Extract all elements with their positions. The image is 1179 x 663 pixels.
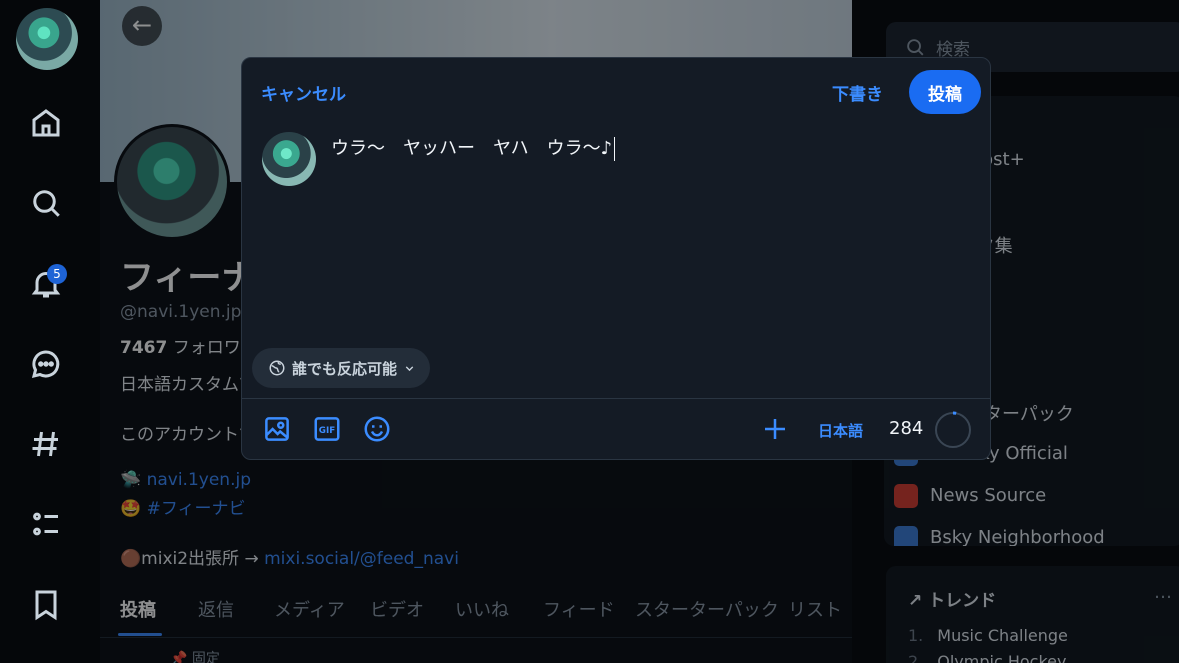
- tab-feeds[interactable]: フィード: [543, 596, 615, 622]
- char-counter: 284: [889, 418, 924, 439]
- star-eyes-emoji-icon: 🤩: [120, 499, 142, 519]
- chevron-down-icon: [405, 365, 414, 371]
- profile-handle: @navi.1yen.jp: [120, 302, 242, 322]
- hashtag-icon[interactable]: [28, 426, 64, 462]
- gif-icon[interactable]: GIF: [312, 414, 342, 444]
- mixi-icon: 🟤: [120, 549, 142, 569]
- feed-icon: [894, 526, 918, 546]
- language-selector[interactable]: 日本語: [818, 420, 863, 441]
- active-tab-underline: [118, 633, 162, 636]
- bio-line: 日本語カスタムフ: [120, 375, 255, 395]
- notification-badge: 5: [47, 264, 67, 284]
- bio-hashtag-row: 🤩 #フィーナビ: [120, 494, 245, 519]
- mixi-link[interactable]: mixi.social/@feed_navi: [264, 549, 459, 569]
- bio-hashtag[interactable]: #フィーナビ: [147, 499, 246, 519]
- post-text: ウラ〜 ヤッハー ヤハ ウラ〜♪: [331, 138, 613, 159]
- tab-posts[interactable]: 投稿: [120, 596, 156, 622]
- composer-avatar: [262, 132, 316, 186]
- tab-video[interactable]: ビデオ: [370, 596, 424, 622]
- follower-number: 7467: [120, 338, 168, 358]
- tab-starter-packs[interactable]: スターターパック: [635, 596, 779, 622]
- bio-link-row: 🛸 navi.1yen.jp: [120, 470, 251, 490]
- globe-icon: [269, 360, 285, 376]
- compose-dialog: キャンセル 下書き 投稿 ウラ〜 ヤッハー ヤハ ウラ〜♪ 誰でも反応可能 GI…: [241, 57, 991, 460]
- feed-icon: [894, 484, 918, 508]
- draft-button[interactable]: 下書き: [832, 80, 883, 105]
- trend-item[interactable]: 2. Olympic Hockey: [908, 652, 1066, 663]
- tab-lists[interactable]: リスト: [788, 596, 842, 622]
- toolbar-divider: [242, 398, 990, 399]
- chat-icon[interactable]: [28, 346, 64, 382]
- feed-item[interactable]: Bsky Neighborhood: [894, 526, 1105, 546]
- trend-arrow-icon: ↗: [908, 591, 923, 611]
- char-progress-ring: [934, 411, 972, 449]
- profile-tabs: 投稿 返信 メディア ビデオ いいね フィード スターターパック リスト: [100, 592, 852, 638]
- image-icon[interactable]: [262, 414, 292, 444]
- tab-replies[interactable]: 返信: [198, 596, 234, 622]
- cancel-button[interactable]: キャンセル: [261, 80, 346, 105]
- emoji-icon[interactable]: [362, 414, 392, 444]
- mixi-prefix: mixi2出張所 →: [141, 549, 259, 569]
- trend-label: Music Challenge: [937, 626, 1068, 645]
- bio-link[interactable]: navi.1yen.jp: [147, 470, 251, 490]
- follower-count[interactable]: 7467 フォロワー: [120, 333, 258, 358]
- trends-title-text: トレンド: [928, 591, 997, 611]
- profile-avatar: [114, 124, 230, 240]
- search-icon: [907, 39, 924, 56]
- pin-icon: 📌: [170, 651, 188, 663]
- trends-panel: ↗ トレンド … 1. Music Challenge 2. Olympic Hoc…: [886, 566, 1179, 663]
- tab-likes[interactable]: いいね: [455, 596, 509, 622]
- tab-media[interactable]: メディア: [274, 596, 345, 622]
- post-button[interactable]: 投稿: [909, 70, 981, 114]
- feed-item[interactable]: News Source: [894, 484, 1046, 508]
- feed-label: Bsky Neighborhood: [930, 527, 1105, 546]
- home-icon[interactable]: [28, 105, 64, 141]
- reply-settings-label: 誰でも反応可能: [292, 359, 398, 378]
- left-nav: 5: [0, 0, 96, 663]
- feed-label: News Source: [930, 485, 1047, 506]
- back-arrow-icon[interactable]: ←: [122, 6, 162, 46]
- my-avatar[interactable]: [16, 8, 78, 70]
- more-icon[interactable]: …: [1154, 582, 1172, 603]
- pinned-label: 📌 固定: [170, 648, 220, 663]
- ufo-emoji-icon: 🛸: [120, 470, 142, 490]
- add-thread-icon[interactable]: [760, 414, 790, 444]
- bookmark-icon[interactable]: [28, 586, 64, 622]
- pinned-text: 固定: [191, 651, 220, 663]
- svg-text:GIF: GIF: [319, 426, 335, 436]
- trend-rank: 1.: [908, 626, 924, 645]
- trend-item[interactable]: 1. Music Challenge: [908, 626, 1068, 645]
- trend-label: Olympic Hockey: [937, 652, 1067, 663]
- trend-rank: 2.: [908, 652, 924, 663]
- trends-title: ↗ トレンド: [908, 586, 996, 611]
- reply-settings-button[interactable]: 誰でも反応可能: [252, 348, 431, 388]
- post-text-input[interactable]: ウラ〜 ヤッハー ヤハ ウラ〜♪: [331, 134, 616, 161]
- list-icon[interactable]: [28, 506, 64, 542]
- bio-mixi-row: 🟤mixi2出張所 → mixi.social/@feed_navi: [120, 544, 459, 569]
- text-caret: [614, 137, 616, 161]
- search-icon[interactable]: [28, 185, 64, 221]
